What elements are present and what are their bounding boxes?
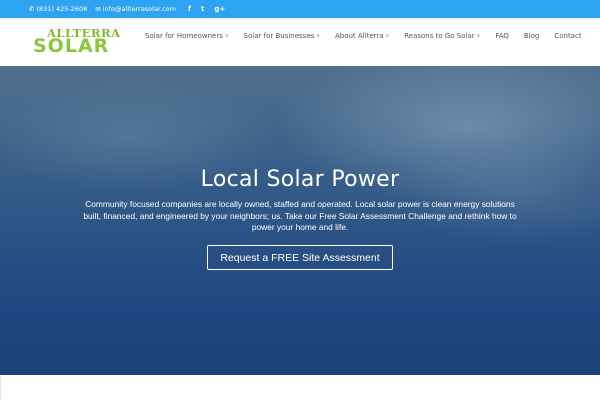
email-link[interactable]: ✉ info@allterrasolar.com [95, 5, 176, 13]
hero-section: Local Solar Power Community focused comp… [0, 66, 600, 375]
phone-number: (831) 425-2608 [36, 5, 88, 13]
site-header: ALLTERRA SOLAR Solar for Homeowners ∨ So… [0, 18, 600, 66]
nav-label: Contact [554, 32, 582, 40]
top-bar: ✆ (831) 425-2608 ✉ info@allterrasolar.co… [0, 0, 600, 18]
nav-item-reasons[interactable]: Reasons to Go Solar ∨ [404, 32, 480, 40]
nav-label: Solar for Homeowners [145, 32, 223, 40]
nav-label: Solar for Businesses [243, 32, 315, 40]
nav-item-blog[interactable]: Blog [524, 32, 539, 40]
nav-label: Reasons to Go Solar [404, 32, 475, 40]
nav-item-contact[interactable]: Contact [554, 32, 581, 40]
chevron-down-icon: ∨ [385, 33, 390, 39]
chevron-down-icon: ∨ [476, 33, 481, 39]
logo-line2: SOLAR [33, 35, 110, 57]
nav-label: About Allterra [334, 32, 384, 40]
phone-icon: ✆ [29, 4, 35, 13]
nav-item-about[interactable]: About Allterra ∨ [335, 32, 389, 40]
twitter-icon[interactable]: t [201, 5, 204, 13]
email-address: info@allterrasolar.com [102, 5, 176, 13]
main-nav: Solar for Homeowners ∨ Solar for Busines… [145, 32, 582, 40]
phone-link[interactable]: ✆ (831) 425-2608 [29, 5, 87, 13]
nav-item-homeowners[interactable]: Solar for Homeowners ∨ [145, 32, 229, 40]
site-logo[interactable]: ALLTERRA SOLAR [33, 26, 123, 58]
hero-description: Community focused companies are locally … [83, 199, 517, 232]
chevron-down-icon: ∨ [224, 33, 229, 39]
nav-item-businesses[interactable]: Solar for Businesses ∨ [244, 32, 320, 40]
nav-label: Blog [523, 32, 540, 40]
content-start [0, 375, 600, 400]
google-plus-icon[interactable]: g+ [214, 5, 225, 13]
request-assessment-button[interactable]: Request a FREE Site Assessment [207, 245, 393, 270]
hero-title: Local Solar Power [200, 167, 400, 192]
nav-label: FAQ [495, 32, 509, 40]
chevron-down-icon: ∨ [316, 33, 320, 39]
nav-item-faq[interactable]: FAQ [495, 32, 509, 40]
social-links: f t g+ [188, 5, 225, 13]
envelope-icon: ✉ [95, 4, 101, 13]
facebook-icon[interactable]: f [188, 5, 191, 13]
